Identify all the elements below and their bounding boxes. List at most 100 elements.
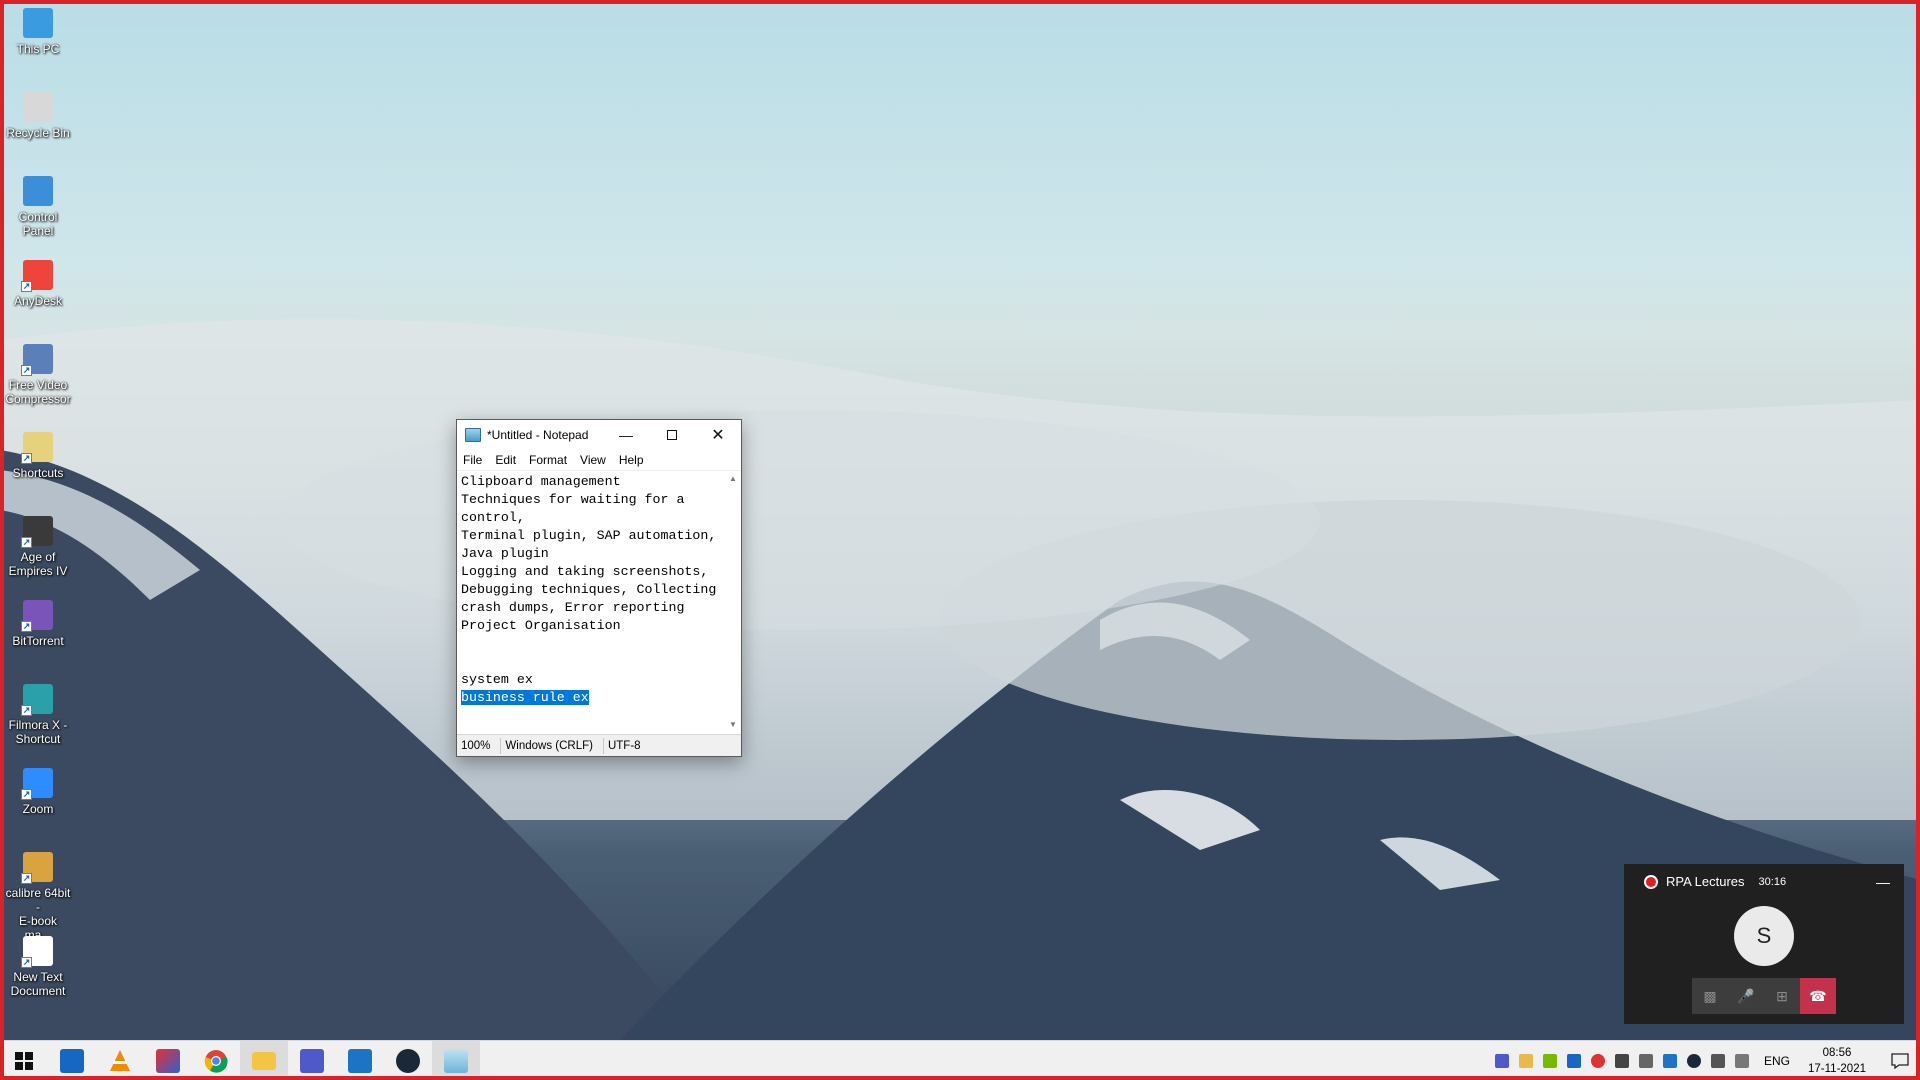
hang-up-button[interactable]: ☎ — [1800, 978, 1836, 1014]
text-line: Terminal plugin, SAP automation, — [461, 528, 717, 543]
nvidia-tray-icon[interactable] — [1543, 1054, 1557, 1068]
camera-off-button[interactable]: ▩ — [1692, 978, 1728, 1014]
teams-tray-icon[interactable] — [1495, 1054, 1509, 1068]
clock[interactable]: 08:56 17-11-2021 — [1808, 1045, 1866, 1077]
mute-button[interactable]: 🎤 — [1728, 978, 1764, 1014]
photo-app-icon — [156, 1048, 180, 1073]
free-video-compressor-icon: ↗ — [21, 344, 53, 376]
desktop-icon-recycle-bin[interactable]: Recycle Bin — [4, 92, 72, 140]
taskbar-vlc[interactable] — [96, 1041, 144, 1080]
call-mini-window[interactable]: RPA Lectures 30:16 — S ▩ 🎤 ⊞ ☎ — [1624, 864, 1904, 1024]
steam-icon — [396, 1048, 420, 1073]
desktop-icon-filmora[interactable]: ↗ Filmora X - Shortcut — [4, 684, 72, 746]
taskbar-steam[interactable] — [384, 1041, 432, 1080]
chrome-icon — [204, 1049, 228, 1073]
desktop-icon-control-panel[interactable]: Control Panel — [4, 176, 72, 238]
recording-icon — [1644, 874, 1658, 889]
desktop-icon-zoom[interactable]: ↗ Zoom — [4, 768, 72, 816]
security-tray-icon[interactable] — [1615, 1054, 1629, 1068]
text-line: Clipboard management — [461, 474, 621, 489]
taskbar-notepad[interactable] — [432, 1040, 480, 1080]
desktop-icon-label: Control Panel — [18, 210, 58, 238]
desktop-icon-bittorrent[interactable]: ↗ BitTorrent — [4, 600, 72, 648]
text-line: crash dumps, Error reporting — [461, 600, 685, 615]
menu-help[interactable]: Help — [619, 453, 644, 467]
clock-date: 17-11-2021 — [1808, 1063, 1866, 1075]
antivirus-tray-icon[interactable] — [1591, 1054, 1605, 1068]
skype-icon — [348, 1048, 372, 1073]
notepad-icon — [444, 1048, 468, 1073]
desktop-icon-age-of-empires[interactable]: ↗ Age of Empires IV — [4, 516, 72, 578]
taskbar-chrome[interactable] — [192, 1041, 240, 1080]
filmora-icon: ↗ — [21, 684, 53, 716]
minimize-icon: — — [619, 427, 633, 443]
desktop: This PC Recycle Bin Control Panel ↗ AnyDesk ↗… — [0, 0, 1920, 1040]
taskbar-photo-app[interactable] — [144, 1041, 192, 1080]
notepad-title-bar[interactable]: *Untitled - Notepad — ✕ — [457, 420, 741, 450]
menu-view[interactable]: View — [580, 453, 606, 467]
share-screen-button[interactable]: ⊞ — [1764, 978, 1800, 1014]
desktop-icon-label: Age of Empires IV — [8, 550, 68, 578]
text-line: control, — [461, 510, 525, 525]
mail-tray-icon[interactable] — [1519, 1054, 1533, 1068]
desktop-icon-label: calibre 64bit - E-book ma... — [5, 886, 71, 942]
text-line: Java plugin — [461, 546, 549, 561]
notification-icon — [1891, 1053, 1909, 1069]
taskbar-teams[interactable] — [288, 1041, 336, 1080]
steam-tray-icon[interactable] — [1687, 1054, 1701, 1068]
shortcut-arrow-icon: ↗ — [21, 537, 32, 548]
this-pc-icon — [23, 8, 53, 38]
network-tray-icon[interactable] — [1711, 1054, 1725, 1068]
desktop-icon-label: Free Video Compressor — [5, 378, 71, 406]
minimize-call-button[interactable]: — — [1876, 874, 1890, 890]
control-panel-icon — [23, 176, 53, 206]
volume-muted-icon[interactable] — [1735, 1054, 1749, 1068]
selected-text[interactable]: business rule ex — [461, 690, 589, 705]
desktop-icon-free-video-compressor[interactable]: ↗ Free Video Compressor — [4, 344, 72, 406]
text-line: business rule ex — [461, 689, 723, 707]
start-button[interactable] — [0, 1041, 48, 1080]
notepad-window[interactable]: *Untitled - Notepad — ✕ File Edit Format… — [456, 419, 742, 757]
call-title: RPA Lectures — [1666, 874, 1745, 889]
file-explorer-icon — [252, 1051, 276, 1070]
action-center-button[interactable] — [1880, 1041, 1920, 1080]
vertical-scrollbar[interactable]: ▲ ▼ — [725, 471, 741, 733]
desktop-icon-this-pc[interactable]: This PC — [4, 8, 72, 56]
desktop-icon-calibre[interactable]: ↗ calibre 64bit - E-book ma... — [4, 852, 72, 942]
desktop-icon-anydesk[interactable]: ↗ AnyDesk — [4, 260, 72, 308]
camera-off-icon: ▩ — [1703, 987, 1717, 1004]
taskbar-file-explorer[interactable] — [240, 1040, 288, 1080]
windows-start-icon — [15, 1051, 33, 1070]
notepad-app-icon — [465, 428, 481, 442]
scroll-up-icon[interactable]: ▲ — [725, 471, 741, 487]
line-ending: Windows (CRLF) — [501, 737, 604, 754]
menu-file[interactable]: File — [463, 453, 482, 467]
menu-format[interactable]: Format — [529, 453, 567, 467]
close-icon: ✕ — [711, 427, 725, 444]
desktop-icon-text-document[interactable]: ↗ New Text Document — [4, 936, 72, 998]
taskbar-outlook[interactable] — [48, 1041, 96, 1080]
maximize-button[interactable] — [649, 420, 695, 450]
desktop-icon-label: Filmora X - Shortcut — [8, 718, 68, 746]
desktop-icon-label: Zoom — [22, 802, 54, 816]
scroll-down-icon[interactable]: ▼ — [725, 717, 741, 733]
anydesk-icon: ↗ — [21, 260, 53, 292]
close-button[interactable]: ✕ — [695, 420, 741, 450]
language-indicator[interactable]: ENG — [1764, 1054, 1790, 1068]
outlook-tray-icon[interactable] — [1567, 1054, 1581, 1068]
text-line: system ex — [461, 672, 533, 687]
device-tray-icon[interactable] — [1639, 1054, 1653, 1068]
text-line: Project Organisation — [461, 618, 621, 633]
desktop-icon-shortcuts[interactable]: ↗ Shortcuts — [4, 432, 72, 480]
call-duration: 30:16 — [1758, 875, 1787, 888]
desktop-icon-label: This PC — [16, 42, 60, 56]
outlook-icon — [60, 1048, 84, 1073]
shortcut-arrow-icon: ↗ — [21, 453, 32, 464]
bluetooth-tray-icon[interactable] — [1663, 1054, 1677, 1068]
text-line: Logging and taking screenshots, — [461, 564, 709, 579]
editor-text[interactable]: Clipboard management Techniques for waiti… — [461, 473, 723, 733]
text-editor-area[interactable]: Clipboard management Techniques for waiti… — [457, 470, 741, 733]
menu-edit[interactable]: Edit — [495, 453, 516, 467]
taskbar-skype[interactable] — [336, 1041, 384, 1080]
minimize-button[interactable]: — — [603, 420, 649, 450]
